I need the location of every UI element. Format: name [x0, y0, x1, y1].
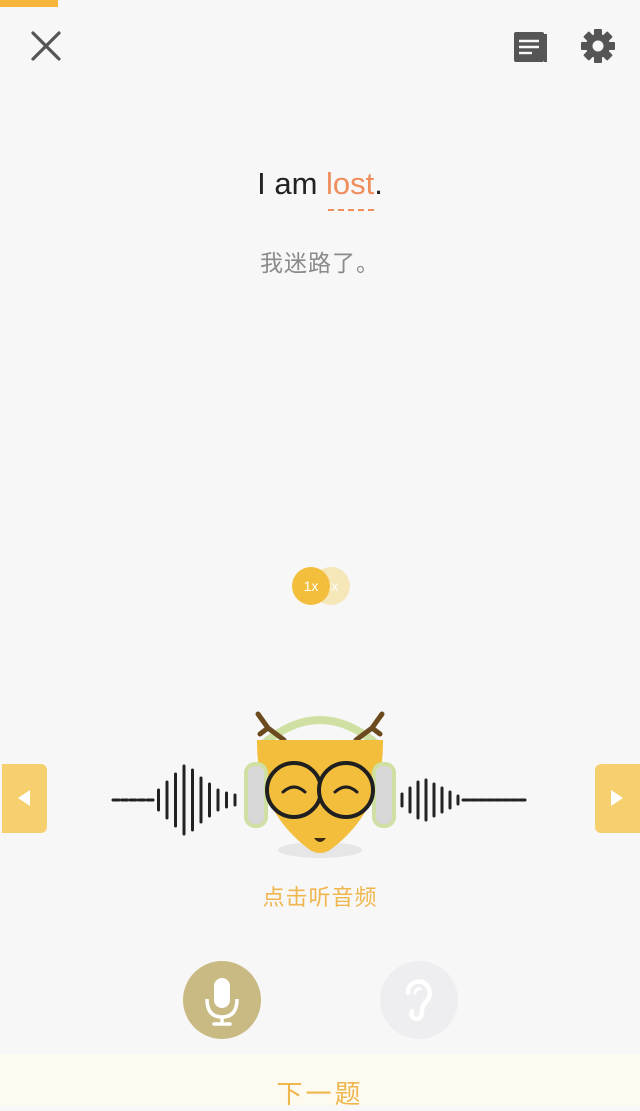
settings-button[interactable] [576, 26, 620, 70]
microphone-icon [205, 978, 239, 1026]
close-button[interactable] [24, 24, 68, 68]
sentence-suffix: . [374, 166, 383, 201]
audio-player[interactable] [0, 700, 640, 870]
speed-toggle[interactable]: 3x 1x [290, 567, 354, 607]
sentence-text: I am lost. [0, 166, 640, 211]
next-question-button[interactable]: 下一题 [0, 1074, 640, 1111]
speed-option-current[interactable]: 1x [292, 567, 330, 605]
highlighted-word[interactable]: lost [326, 166, 375, 211]
translation-text: 我迷路了。 [260, 251, 380, 277]
ear-icon [405, 979, 432, 1022]
close-icon [31, 31, 61, 61]
sentence-prefix: I am [257, 166, 327, 201]
deer-mascot-icon [244, 711, 396, 858]
progress-bar [0, 0, 58, 7]
record-button[interactable] [183, 961, 261, 1039]
audio-waveform-mascot [111, 711, 527, 858]
tap-to-listen-hint[interactable]: 点击听音频 [0, 880, 640, 912]
gear-icon [581, 29, 615, 63]
notes-button[interactable] [508, 26, 552, 70]
listen-playback-button[interactable] [380, 961, 458, 1039]
notes-icon [514, 32, 547, 62]
